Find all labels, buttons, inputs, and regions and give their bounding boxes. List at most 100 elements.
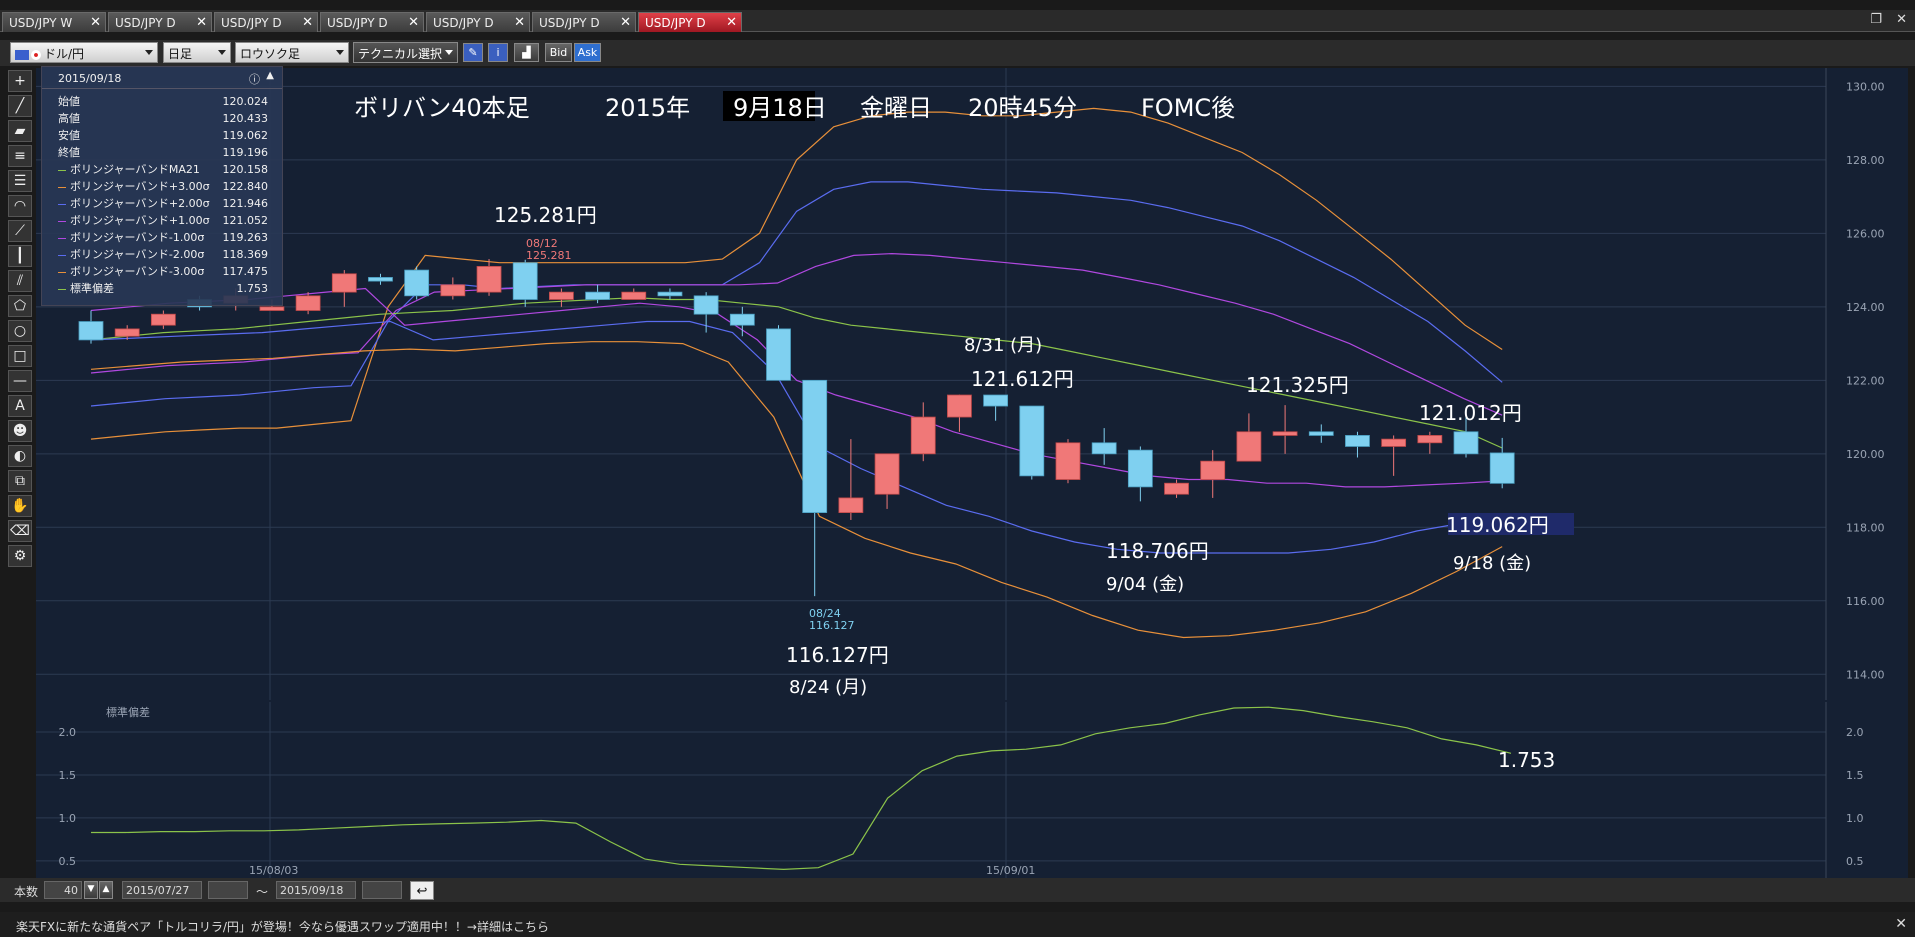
info-icon[interactable]: ⓘ [249, 71, 260, 87]
arc-icon[interactable]: ◠ [8, 195, 32, 217]
candle-body[interactable] [1200, 460, 1226, 480]
pentagon-icon[interactable]: ⬠ [8, 295, 32, 317]
candle-body[interactable] [295, 295, 321, 311]
ask-button[interactable]: Ask [574, 43, 601, 62]
trendline-icon[interactable]: ╱ [8, 95, 32, 117]
crosshair-icon[interactable]: + [8, 70, 32, 92]
channel-icon[interactable]: ⫽ [8, 270, 32, 292]
candle-body[interactable] [1489, 452, 1515, 484]
tab-6[interactable]: USD/JPY D ✕ [638, 12, 742, 32]
reset-button[interactable]: ↩ [410, 881, 434, 900]
stddev-chart[interactable]: 2.0 2.0 1.5 1.5 1.0 1.0 0.5 0.5 標準偏差 1.753 15/08/0… [36, 702, 1908, 878]
tab-4[interactable]: USD/JPY D ✕ [426, 12, 530, 32]
candle-body[interactable] [549, 291, 574, 300]
candle-body[interactable] [729, 313, 755, 326]
candle-body[interactable] [1019, 405, 1045, 477]
tab-close-icon[interactable]: ✕ [196, 15, 207, 30]
candle-body[interactable] [693, 295, 719, 315]
tab-close-icon[interactable]: ✕ [726, 15, 737, 30]
candle-body[interactable] [585, 291, 610, 300]
candle-body[interactable] [404, 269, 430, 297]
candle-body[interactable] [1236, 431, 1262, 462]
candle-body[interactable] [1055, 442, 1081, 480]
chart-area[interactable]: 130.00 128.00 126.00 124.00 122.00 120.00 118.… [36, 68, 1908, 878]
text-icon[interactable]: A [8, 395, 32, 417]
candle-body[interactable] [1308, 431, 1334, 436]
ruler-icon[interactable]: ▰ [8, 120, 32, 142]
tab-2[interactable]: USD/JPY D ✕ [214, 12, 318, 32]
tab-1[interactable]: USD/JPY D ✕ [108, 12, 212, 32]
status-message[interactable]: 楽天FXに新たな通貨ペア「トルコリラ/円」が登場！今なら優遇スワップ適用中！！→… [16, 920, 549, 934]
status-close-icon[interactable]: ✕ [1895, 916, 1907, 932]
tab-close-icon[interactable]: ✕ [90, 15, 101, 30]
time-to-input[interactable] [362, 881, 402, 899]
count-input[interactable]: 40 [44, 881, 82, 899]
candle-body[interactable] [1345, 435, 1370, 447]
hand-icon[interactable]: ✋ [8, 495, 32, 517]
circle-icon[interactable]: ○ [8, 320, 32, 342]
candle-body[interactable] [368, 277, 393, 282]
candle-body[interactable] [1164, 482, 1189, 495]
candle-body[interactable] [983, 394, 1009, 407]
technical-select[interactable]: テクニカル選択 [353, 42, 458, 63]
vertical-lines-icon[interactable]: ┃ [8, 245, 32, 267]
pair-select[interactable]: ドル/円 [10, 42, 158, 63]
tab-close-icon[interactable]: ✕ [620, 15, 631, 30]
info-button[interactable]: i [488, 43, 508, 62]
rectangle-icon[interactable]: □ [8, 345, 32, 367]
chevron-down-icon [336, 50, 344, 55]
candle-body[interactable] [1453, 431, 1479, 455]
collapse-icon[interactable]: ▲ [266, 70, 274, 81]
candle-body[interactable] [512, 262, 538, 300]
tab-0[interactable]: USD/JPY W ✕ [2, 12, 106, 32]
price-chart[interactable]: 130.00 128.00 126.00 124.00 122.00 120.00 118.… [36, 68, 1908, 700]
bid-button[interactable]: Bid [545, 43, 572, 62]
close-icon[interactable]: ✕ [1896, 12, 1907, 27]
candle-body[interactable] [78, 321, 104, 341]
candle-body[interactable] [331, 273, 357, 293]
candle-body[interactable] [440, 284, 466, 297]
fibonacci-icon[interactable]: ☰ [8, 170, 32, 192]
tab-5[interactable]: USD/JPY D ✕ [532, 12, 636, 32]
candle-body[interactable] [766, 328, 791, 381]
date-from-input[interactable]: 2015/07/27 [122, 881, 202, 899]
settings-icon[interactable]: ⚙ [8, 545, 32, 567]
candle-body[interactable] [150, 313, 176, 326]
date-to-input[interactable]: 2015/09/18 [276, 881, 356, 899]
candle-body[interactable] [114, 328, 140, 337]
candle-body[interactable] [476, 266, 502, 293]
tab-close-icon[interactable]: ✕ [514, 15, 525, 30]
candle-body[interactable] [1272, 431, 1298, 436]
restore-icon[interactable]: ❐ [1870, 12, 1882, 27]
time-from-input[interactable] [208, 881, 248, 899]
magnet-icon[interactable]: ◐ [8, 445, 32, 467]
tab-close-icon[interactable]: ✕ [408, 15, 419, 30]
candle-body[interactable] [910, 416, 936, 455]
copy-icon[interactable]: ⧉ [8, 470, 32, 492]
eraser-icon[interactable]: ⌫ [8, 520, 32, 542]
emoji-icon[interactable]: ☻ [8, 420, 32, 442]
pen-tool-button[interactable]: ✎ [463, 43, 483, 62]
candle-body[interactable] [838, 497, 864, 514]
timeframe-select[interactable]: 日足 [163, 42, 231, 63]
horizontal-lines-icon[interactable]: ≡ [8, 145, 32, 167]
count-down-button[interactable]: ▼ [84, 881, 98, 899]
technical-label: テクニカル選択 [358, 47, 443, 61]
candle-body[interactable] [1091, 442, 1117, 455]
candle-body[interactable] [1381, 438, 1407, 447]
tab-3[interactable]: USD/JPY D ✕ [320, 12, 424, 32]
tab-close-icon[interactable]: ✕ [302, 15, 313, 30]
candle-body[interactable] [874, 453, 900, 495]
volume-button[interactable]: ▟ [514, 43, 539, 62]
candle-body[interactable] [259, 306, 285, 311]
fan-icon[interactable]: ⟋ [8, 220, 32, 242]
candle-body[interactable] [621, 291, 647, 300]
candle-body[interactable] [657, 291, 683, 297]
chart-type-select[interactable]: ロウソク足 [235, 42, 349, 63]
candle-body[interactable] [947, 394, 972, 418]
candle-body[interactable] [1417, 435, 1443, 444]
candle-body[interactable] [1127, 449, 1153, 488]
candle-body[interactable] [802, 379, 828, 514]
line-icon[interactable]: — [8, 370, 32, 392]
count-up-button[interactable]: ▲ [99, 881, 113, 899]
